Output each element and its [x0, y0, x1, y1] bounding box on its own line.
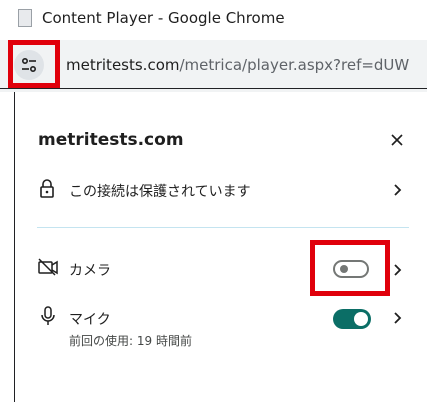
connection-label: この接続は保護されています: [69, 184, 251, 200]
lock-icon: [40, 179, 54, 198]
highlight-box-camera-toggle: [310, 240, 390, 296]
panel-domain-title: metritests.com: [38, 130, 184, 150]
microphone-label: マイク: [69, 312, 111, 328]
page-icon: [18, 9, 32, 27]
window-titlebar: Content Player - Google Chrome: [0, 0, 427, 40]
url-text[interactable]: metritests.com/metrica/player.aspx?ref=d…: [66, 56, 409, 74]
toggle-knob: [354, 312, 368, 326]
close-icon[interactable]: [389, 132, 405, 148]
window-title: Content Player - Google Chrome: [42, 9, 285, 27]
microphone-toggle[interactable]: [333, 309, 371, 329]
chevron-right-icon: [394, 264, 402, 276]
panel-divider: [37, 227, 409, 228]
camera-off-icon: [38, 258, 58, 276]
chevron-right-icon: [394, 184, 402, 196]
microphone-icon: [41, 306, 55, 325]
url-domain: metritests.com: [66, 56, 180, 74]
url-path: /metrica/player.aspx?ref=dUW: [179, 56, 410, 74]
microphone-last-used: 前回の使用: 19 時間前: [69, 334, 192, 348]
highlight-box-site-info: [8, 40, 60, 88]
camera-label: カメラ: [69, 263, 111, 279]
connection-security-row[interactable]: この接続は保護されています: [15, 174, 427, 204]
address-bar-divider: [0, 88, 427, 89]
chevron-right-icon: [394, 312, 402, 324]
